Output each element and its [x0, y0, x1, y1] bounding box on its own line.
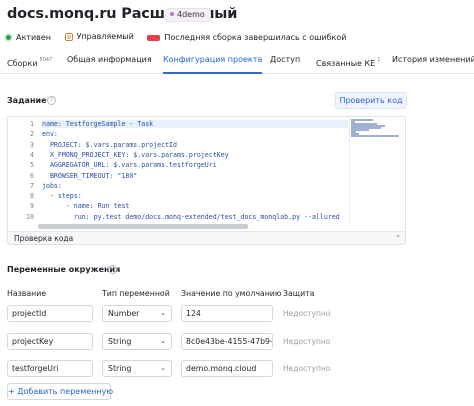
code-minimap[interactable] — [351, 119, 403, 137]
tag-dot-icon — [170, 12, 174, 16]
status-last-build: Последняя сборка завершилась с ошибкой — [147, 32, 346, 44]
tab-related-ci-count: 1 — [377, 57, 381, 63]
code-check-panel[interactable]: Проверка кода ⌃ — [8, 231, 405, 244]
tab-related-ci-label: Связанные КЕ — [316, 59, 376, 68]
env-name-input[interactable]: projectKey — [7, 333, 93, 350]
code-area[interactable]: name: TestforgeSample - Task env: PROJEC… — [42, 117, 348, 225]
line-number-gutter: 1 2 3 4 5 6 7 8 9 10 — [8, 117, 38, 225]
line-number: 5 — [30, 161, 34, 170]
chevron-down-icon: ⌄ — [160, 309, 166, 317]
env-type-select[interactable]: String ⌄ — [102, 333, 172, 350]
status-last-build-label: Последняя сборка завершилась с ошибкой — [164, 33, 347, 42]
help-icon[interactable]: ? — [108, 265, 117, 274]
line-number: 8 — [30, 192, 34, 201]
line-number: 6 — [30, 171, 34, 180]
code-line: jobs: — [42, 181, 62, 190]
managed-icon — [64, 33, 73, 41]
env-name-input[interactable]: testforgeUri — [7, 360, 93, 377]
column-header-access: Защита — [283, 289, 315, 298]
line-number: 9 — [30, 202, 34, 211]
tab-access[interactable]: Доступ — [270, 52, 300, 74]
env-access-status: Недоступно — [283, 309, 331, 318]
line-number: 7 — [30, 181, 34, 190]
code-line: X_FMONQ_PROJECT_KEY: $.vars.params.proje… — [42, 150, 229, 159]
code-editor[interactable]: 1 2 3 4 5 6 7 8 9 10 name: TestforgeSamp… — [7, 116, 406, 245]
task-label: Задание — [7, 96, 47, 105]
tab-builds[interactable]: Сборки 5047 — [7, 52, 52, 74]
code-line: run: py.test demo/docs.monq-extended/tes… — [42, 212, 340, 221]
column-header-type: Тип переменной — [102, 289, 170, 298]
env-default-input[interactable]: 8c0e43be-4155-47b9- — [181, 333, 273, 350]
code-check-label: Проверка кода — [14, 234, 74, 243]
project-tag[interactable]: 4demo — [165, 8, 211, 22]
column-header-default: Значение по умолчанию — [181, 289, 282, 298]
tab-related-ci[interactable]: Связанные КЕ 1 — [316, 52, 380, 74]
env-type-value: String — [108, 337, 132, 346]
tab-builds-label: Сборки — [7, 59, 38, 68]
code-line: AGGREGATOR_URL: $.vars.params.testforgeU… — [42, 161, 217, 170]
status-managed: Управляемый — [64, 31, 134, 43]
env-label: Переменные окружения — [7, 265, 121, 274]
env-default-input[interactable]: 124 — [181, 305, 273, 322]
code-line: env: — [42, 130, 58, 139]
tab-change-history[interactable]: История изменений — [392, 52, 474, 74]
code-line: PROJECT: $.vars.params.projectId — [42, 140, 177, 149]
horizontal-scrollbar[interactable] — [38, 224, 248, 229]
editor-vertical-divider — [349, 117, 350, 225]
tab-builds-count: 5047 — [39, 57, 53, 63]
code-line: - steps: — [42, 192, 82, 201]
env-type-select[interactable]: String ⌄ — [102, 360, 172, 377]
status-row: Активен Управляемый Последняя сборка зав… — [5, 31, 357, 43]
env-access-status: Недоступно — [283, 364, 331, 373]
line-number: 4 — [30, 150, 34, 159]
env-type-value: Number — [108, 309, 140, 318]
env-access-status: Недоступно — [283, 337, 331, 346]
chevron-up-icon[interactable]: ⌃ — [395, 232, 401, 244]
tab-project-config[interactable]: Конфигурация проекта — [163, 52, 263, 74]
help-icon[interactable]: ? — [47, 96, 56, 105]
env-default-input[interactable]: demo.monq.cloud — [181, 360, 273, 377]
line-number: 10 — [26, 212, 34, 221]
line-number: 3 — [30, 140, 34, 149]
status-managed-label: Управляемый — [76, 32, 134, 41]
chevron-down-icon: ⌄ — [160, 364, 166, 372]
env-type-value: String — [108, 364, 132, 373]
env-type-select[interactable]: Number ⌄ — [102, 305, 172, 322]
status-active-label: Активен — [16, 32, 52, 42]
code-line: BROWSER_TIMEOUT: "180" — [42, 171, 138, 180]
column-header-name: Название — [7, 289, 47, 298]
tab-bar: Сборки 5047 Общая информация Конфигурация… — [0, 52, 474, 74]
code-line: name: TestforgeSample - Task — [42, 120, 348, 128]
status-active: Активен — [5, 32, 51, 44]
add-variable-button[interactable]: + Добавить переменную — [7, 383, 113, 400]
active-dot-icon — [5, 34, 12, 41]
line-number: 2 — [30, 130, 34, 139]
line-number: 1 — [30, 120, 34, 128]
error-bar-icon — [147, 35, 161, 41]
check-code-button[interactable]: Проверить код — [335, 92, 407, 109]
tag-label: 4demo — [177, 10, 205, 19]
env-name-input[interactable]: projectId — [7, 305, 93, 322]
chevron-down-icon: ⌄ — [160, 337, 166, 345]
tab-general-info[interactable]: Общая информация — [67, 52, 152, 74]
code-line: - name: Run test — [42, 202, 130, 211]
